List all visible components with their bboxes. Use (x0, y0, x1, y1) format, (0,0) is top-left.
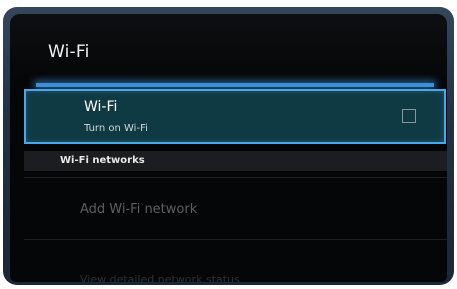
header: Wi-Fi (10, 14, 447, 86)
page-title: Wi-Fi (48, 42, 90, 62)
add-wifi-network-item[interactable]: Add Wi-Fi network (80, 202, 197, 217)
wifi-checkbox[interactable] (402, 109, 416, 123)
wifi-toggle-summary: Turn on Wi-Fi (84, 123, 148, 134)
device-frame: Wi-Fi Wi-Fi Turn on Wi-Fi Wi-Fi networks… (3, 7, 454, 285)
wifi-toggle-row[interactable]: Wi-Fi Turn on Wi-Fi (24, 89, 446, 144)
divider (24, 239, 447, 240)
wifi-networks-section-header: Wi-Fi networks (24, 151, 447, 171)
settings-screen: Wi-Fi Wi-Fi Turn on Wi-Fi Wi-Fi networks… (10, 14, 447, 282)
divider (24, 177, 447, 178)
view-network-status-item[interactable]: View detailed network status (80, 273, 240, 282)
wifi-toggle-title: Wi-Fi (84, 99, 118, 115)
wifi-networks-section-label: Wi-Fi networks (60, 155, 145, 166)
header-accent-bar (36, 83, 434, 87)
